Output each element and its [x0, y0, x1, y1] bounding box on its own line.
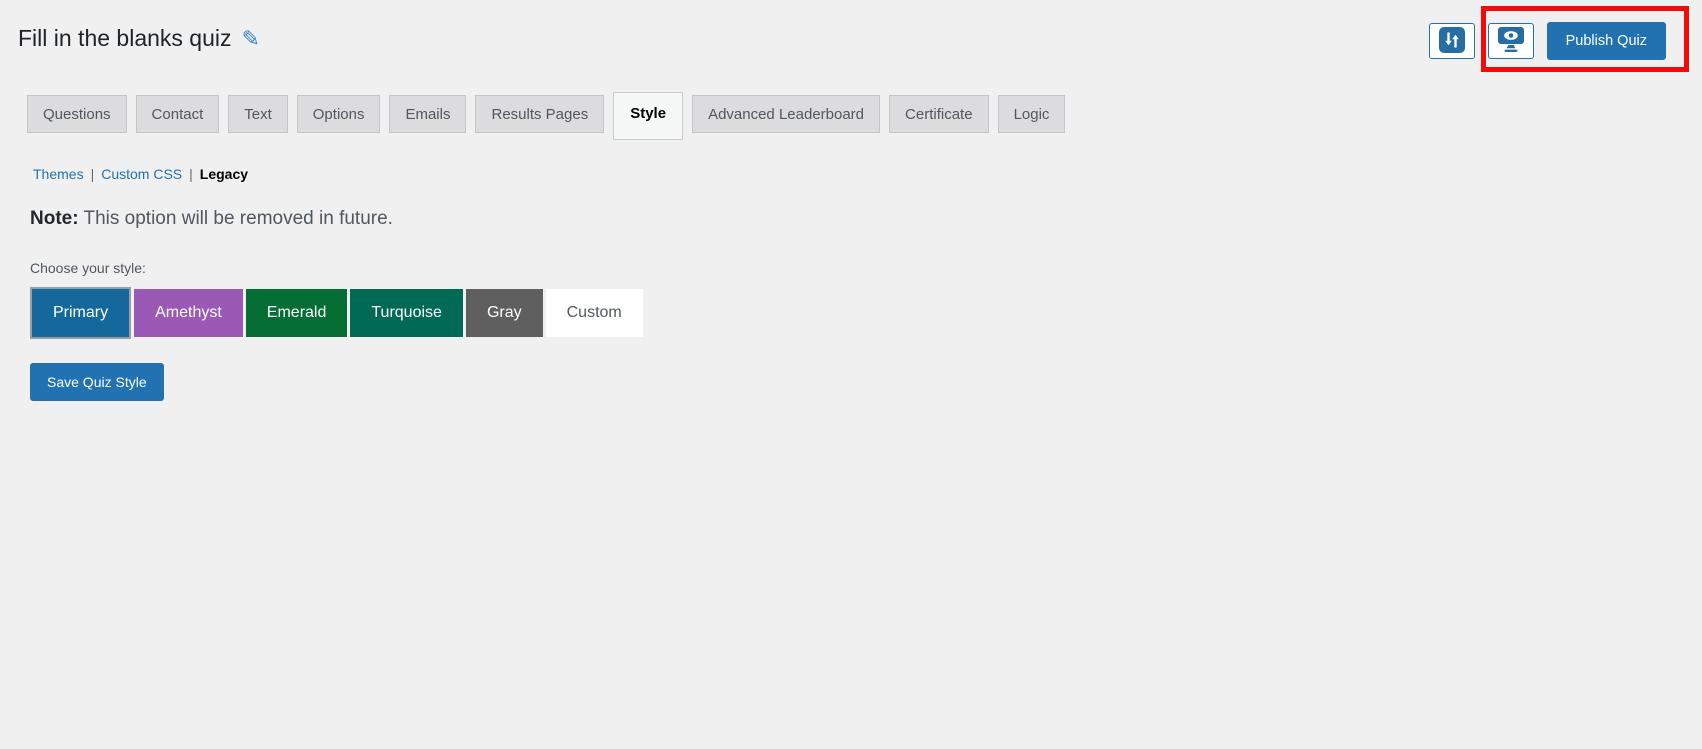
style-subnav: Themes | Custom CSS | Legacy [33, 166, 1675, 182]
preview-quiz-button[interactable] [1487, 23, 1534, 59]
subnav-custom-css[interactable]: Custom CSS [101, 166, 182, 182]
tab-advanced-leaderboard[interactable]: Advanced Leaderboard [692, 95, 881, 134]
import-export-button[interactable] [1428, 23, 1475, 59]
edit-pencil-icon[interactable]: ✎ [242, 28, 260, 50]
page-title: Fill in the blanks quiz ✎ [18, 22, 1675, 54]
style-option-amethyst[interactable]: Amethyst [134, 289, 243, 338]
subnav-legacy[interactable]: Legacy [200, 166, 248, 182]
header-actions: Publish Quiz [1428, 6, 1689, 72]
style-option-custom[interactable]: Custom [545, 289, 643, 338]
legacy-note: Note: This option will be removed in fut… [30, 208, 1675, 230]
subnav-themes[interactable]: Themes [33, 166, 84, 182]
style-option-primary[interactable]: Primary [30, 287, 132, 340]
style-option-turquoise[interactable]: Turquoise [350, 289, 463, 338]
style-option-gray[interactable]: Gray [465, 289, 543, 338]
tab-results-pages[interactable]: Results Pages [475, 95, 605, 134]
quiz-editor-page: Fill in the blanks quiz ✎ Publish Quiz Q… [0, 0, 1702, 402]
header: Fill in the blanks quiz ✎ Publish Quiz [18, 6, 1689, 72]
tab-contact[interactable]: Contact [135, 95, 220, 134]
subnav-separator: | [90, 166, 95, 183]
tab-bar: Questions Contact Text Options Emails Re… [27, 92, 1675, 141]
screen-preview-icon [1496, 26, 1526, 56]
tab-logic[interactable]: Logic [997, 95, 1066, 134]
tab-questions[interactable]: Questions [27, 95, 127, 134]
save-quiz-style-button[interactable]: Save Quiz Style [30, 363, 164, 402]
tab-certificate[interactable]: Certificate [889, 95, 989, 134]
style-option-emerald[interactable]: Emerald [245, 289, 348, 338]
note-text: This option will be removed in future. [83, 208, 393, 230]
tab-options[interactable]: Options [296, 95, 381, 134]
tab-text[interactable]: Text [228, 95, 288, 134]
style-options-row: Primary Amethyst Emerald Turquoise Gray … [30, 287, 1675, 340]
quiz-title-text: Fill in the blanks quiz [18, 25, 232, 51]
subnav-separator: | [189, 166, 193, 183]
publish-quiz-button[interactable]: Publish Quiz [1546, 22, 1666, 60]
tab-emails[interactable]: Emails [389, 95, 467, 134]
choose-style-label: Choose your style: [30, 260, 146, 277]
tab-style[interactable]: Style [613, 92, 684, 141]
import-export-icon [1438, 26, 1466, 57]
note-prefix: Note: [30, 208, 79, 230]
